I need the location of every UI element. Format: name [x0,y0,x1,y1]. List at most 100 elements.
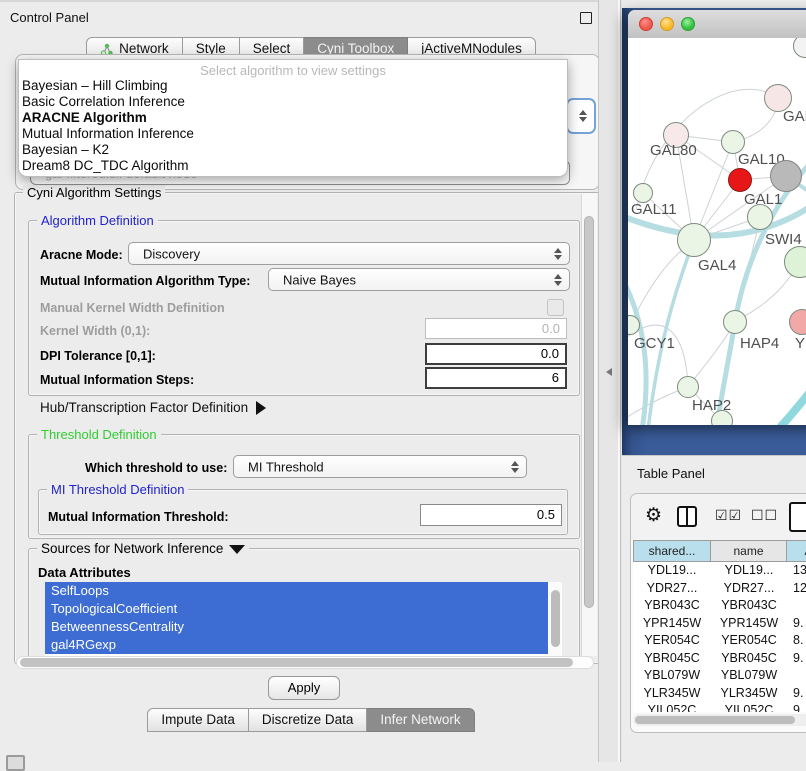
attribute-item-topologicalcoefficient[interactable]: TopologicalCoefficient [45,600,548,618]
node[interactable] [728,168,752,192]
table-cell: YER054C [711,632,787,650]
hub-factor-expander[interactable]: Hub/Transcription Factor Definition [40,400,266,415]
column-header-a[interactable]: A [787,540,806,562]
control-panel-title: Control Panel [10,10,89,25]
node-hap4[interactable] [723,310,747,334]
table-row[interactable]: YPR145WYPR145W9. [633,615,806,633]
manual-kernel-checkbox[interactable] [547,299,564,316]
table-cell: YLR345W [633,685,711,703]
table-row[interactable]: YLR345WYLR345W9. [633,685,806,703]
attribute-item-gal4rgexp[interactable]: gal4RGexp [45,636,548,654]
minimize-traffic-light-icon[interactable] [660,17,674,31]
columns-icon[interactable] [677,506,697,527]
dpi-tolerance-field[interactable]: 0.0 [425,343,567,365]
node[interactable] [770,160,802,192]
attribute-item-selfloops[interactable]: SelfLoops [45,582,548,600]
dropdown-item-mutual-information-inference[interactable]: Mutual Information Inference [19,126,567,142]
focused-combobox-fragment[interactable] [566,98,596,134]
network-window[interactable]: GALGAL80GAL10GAL11GAL1GAL4SWI4GCY1HAP4YH… [628,10,806,425]
bottom-tab-impute-data[interactable]: Impute Data [147,708,249,732]
table-row[interactable]: YDR27...YDR27...12 [633,580,806,598]
right-region: GALGAL80GAL10GAL11GAL1GAL4SWI4GCY1HAP4YH… [622,0,806,762]
hub-factor-label: Hub/Transcription Factor Definition [40,400,248,415]
settings-vertical-thumb[interactable] [584,216,594,608]
corner-widget-icon[interactable] [6,755,25,771]
stepper-arrows-icon [579,110,588,122]
table-cell: 9 [787,702,806,712]
mi-threshold-field[interactable]: 0.5 [420,504,562,526]
table-cell: 12 [787,580,806,598]
stepper-arrows-icon [554,248,563,260]
table-row[interactable]: YBR045CYBR045C9. [633,650,806,668]
aracne-mode-label: Aracne Mode: [40,248,123,262]
table-cell: YBL079W [633,667,711,685]
table-cell: YLR345W [711,685,787,703]
column-header-shared[interactable]: shared... [633,540,711,562]
bottom-tab-discretize-data[interactable]: Discretize Data [249,708,368,732]
control-panel-titlebar[interactable]: Control Panel ✖ [0,2,622,32]
table-row[interactable]: YBL079WYBL079W [633,667,806,685]
tab-label: Impute Data [161,709,235,731]
dropdown-item-bayesian-k2[interactable]: Bayesian – K2 [19,142,567,158]
table-row[interactable]: YBR043CYBR043C [633,597,806,615]
kernel-width-label: Kernel Width (0,1): [40,324,150,338]
mi-threshold-label: Mutual Information Threshold: [48,510,229,524]
table-cell: YPR145W [711,615,787,633]
network-window-titlebar[interactable] [628,10,806,39]
apply-button[interactable]: Apply [268,676,340,700]
mi-steps-field[interactable]: 6 [425,367,567,389]
panel-divider-line [618,0,621,762]
table-cell: YDL19... [633,562,711,580]
dropdown-prompt: Select algorithm to view settings [19,60,567,78]
node-gal4[interactable] [677,223,711,257]
table-cell: YBR043C [633,597,711,615]
aracne-mode-combobox[interactable]: Discovery [128,242,570,265]
node[interactable] [711,410,733,425]
table-horizontal-thumb[interactable] [635,716,795,724]
table-cell: YDL19... [711,562,787,580]
node-label-y: Y [795,335,805,352]
dropdown-item-aracne-algorithm[interactable]: ARACNE Algorithm [19,110,567,126]
float-window-icon[interactable] [580,12,592,24]
attributes-scrollbar-thumb[interactable] [551,590,560,647]
mi-type-combobox[interactable]: Naive Bayes [268,268,570,291]
table-row[interactable]: YDL19...YDL19...13 [633,562,806,580]
node-label-hap4: HAP4 [740,335,779,352]
settings-horizontal-thumb[interactable] [20,658,573,667]
node-gal11[interactable] [633,183,653,203]
aracne-mode-value: Discovery [143,246,200,261]
dropdown-item-bayesian-hill-climbing[interactable]: Bayesian – Hill Climbing [19,78,567,94]
expand-right-icon [256,401,266,415]
bottom-tab-infer-network[interactable]: Infer Network [367,708,474,732]
table-row[interactable]: YIL052CYIL052C9 [633,702,806,712]
data-attributes-label: Data Attributes [38,565,131,580]
close-traffic-light-icon[interactable] [639,17,653,31]
node-hap2[interactable] [677,376,699,398]
deselect-all-checkboxes-icon[interactable]: ☐☐ [751,507,778,524]
table-cell: YBR045C [633,650,711,668]
threshold-definition-label: Threshold Definition [37,427,161,442]
mi-steps-label: Mutual Information Steps: [40,373,194,387]
table-row[interactable]: YER054CYER054C8. [633,632,806,650]
kernel-width-field[interactable]: 0.0 [425,318,567,339]
dropdown-item-basic-correlation-inference[interactable]: Basic Correlation Inference [19,94,567,110]
network-view[interactable]: GALGAL80GAL10GAL11GAL1GAL4SWI4GCY1HAP4YH… [628,38,806,425]
which-threshold-combobox[interactable]: MI Threshold [233,455,527,478]
attribute-item-betweennesscentrality[interactable]: BetweennessCentrality [45,618,548,636]
table-body: YDL19...YDL19...13YDR27...YDR27...12YBR0… [633,562,806,712]
gear-icon[interactable]: ⚙ [645,504,662,527]
zoom-traffic-light-icon[interactable] [681,17,695,31]
collapse-down-icon [229,545,245,554]
table-cell: YDR27... [633,580,711,598]
desktop-background: GALGAL80GAL10GAL11GAL1GAL4SWI4GCY1HAP4YH… [622,8,806,455]
column-header-name[interactable]: name [711,540,787,562]
collapse-left-icon[interactable] [606,368,612,376]
dropdown-item-dream8-dc-tdc-algorithm[interactable]: Dream8 DC_TDC Algorithm [19,158,567,174]
page-icon[interactable] [789,502,806,532]
table-toolbar: ⚙ ☑☑ ☐☐ [631,494,806,540]
table-panel-title: Table Panel [637,466,705,481]
table-cell: 9. [787,685,806,703]
which-threshold-label: Which threshold to use: [85,461,227,475]
select-all-checkboxes-icon[interactable]: ☑☑ [715,507,742,524]
sources-label[interactable]: Sources for Network Inference [37,541,249,556]
